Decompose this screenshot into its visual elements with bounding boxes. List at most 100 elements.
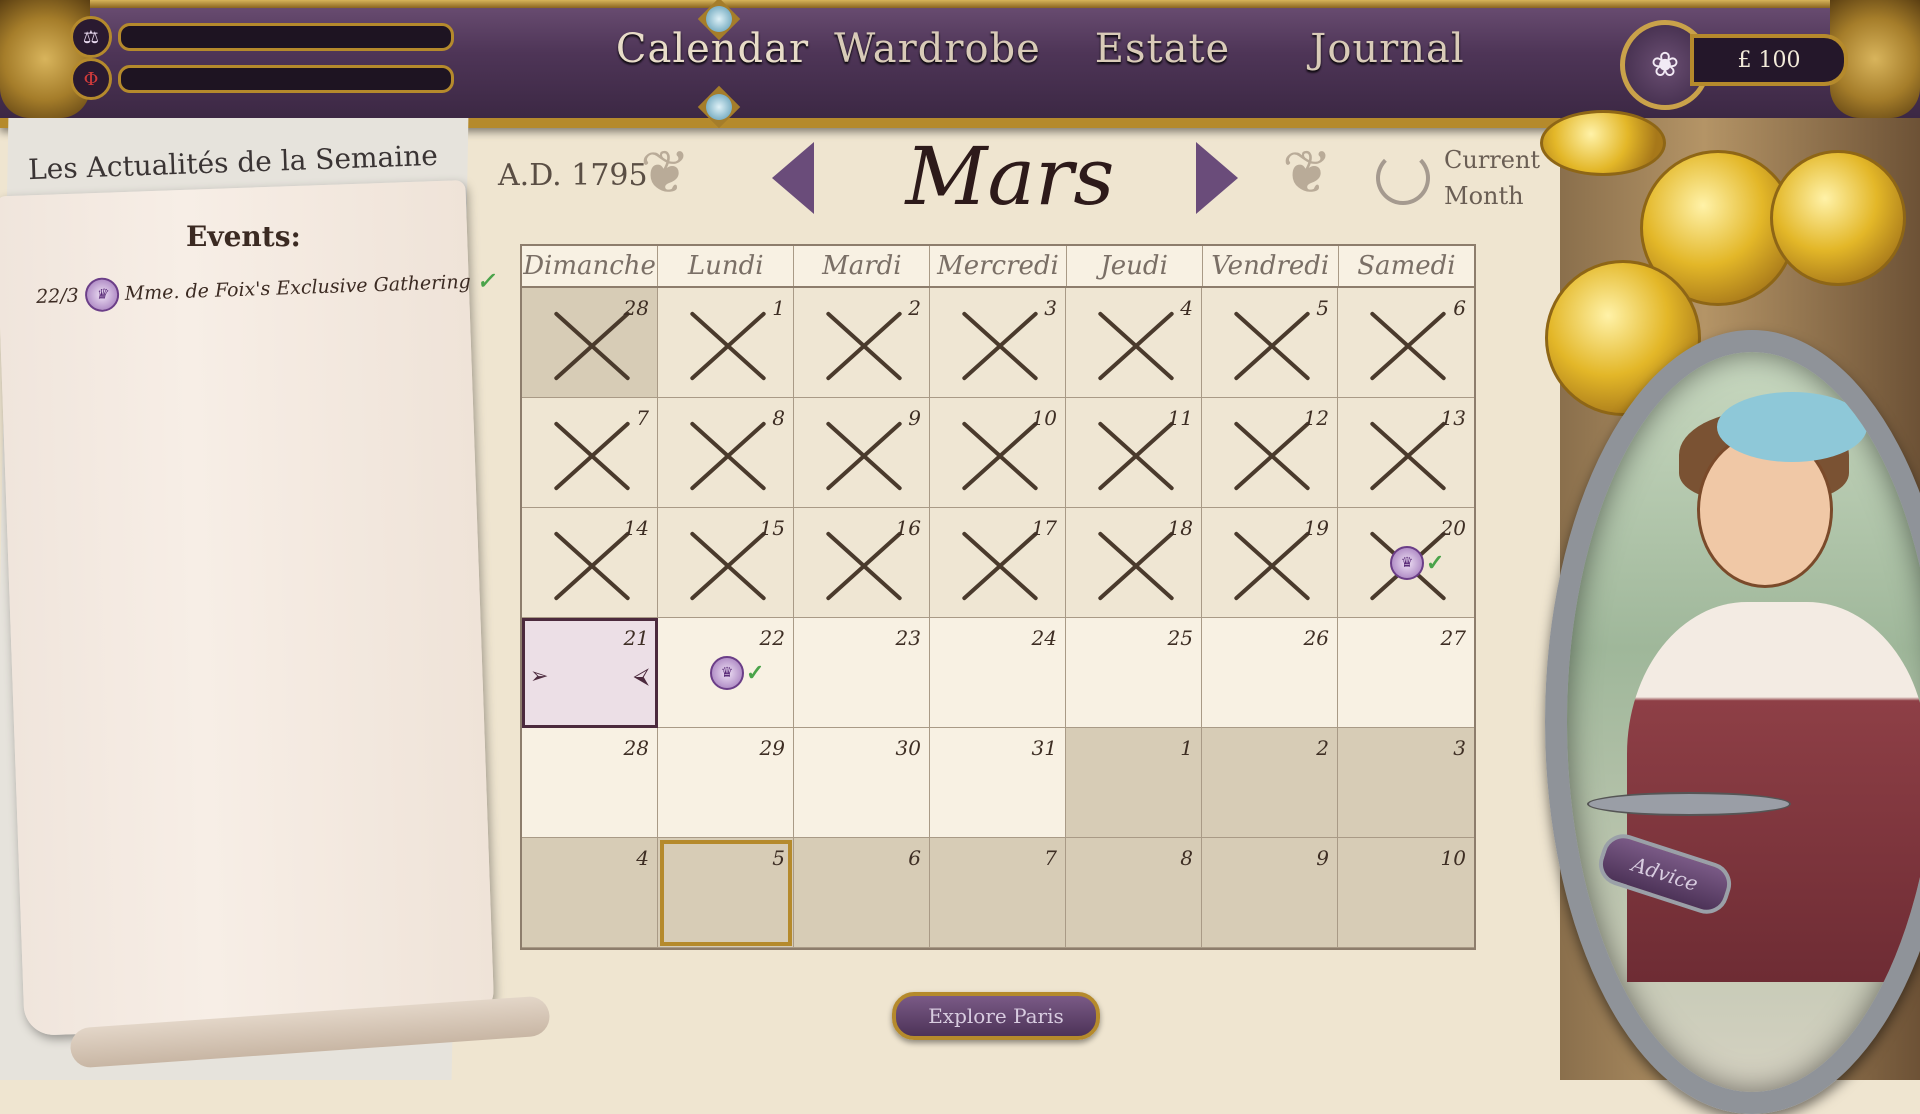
- day-number: 26: [1303, 626, 1329, 650]
- calendar-day-cell[interactable]: ♛ ✓ 22: [658, 618, 794, 728]
- calendar-day-cell[interactable]: 26: [1202, 618, 1338, 728]
- calendar-day-cell[interactable]: 12: [1202, 398, 1338, 508]
- money-display: £ 100: [1690, 34, 1848, 86]
- calendar-day-cell[interactable]: 8: [658, 398, 794, 508]
- calendar-day-cell[interactable]: 25: [1066, 618, 1202, 728]
- nav-jewel-icon: [697, 85, 741, 129]
- calendar-day-cell[interactable]: 8: [1066, 838, 1202, 948]
- day-number: 3: [1044, 296, 1057, 320]
- calendar-day-cell[interactable]: 28: [522, 288, 658, 398]
- calendar-day-cell[interactable]: 17: [930, 508, 1066, 618]
- calendar-day-cell[interactable]: 16: [794, 508, 930, 618]
- calendar-day-cell[interactable]: 10: [1338, 838, 1474, 948]
- day-number: 4: [636, 846, 649, 870]
- scales-icon[interactable]: ⚖: [70, 16, 112, 58]
- event-date: 22/3: [35, 284, 80, 309]
- calendar-day-cell[interactable]: 5: [1202, 288, 1338, 398]
- day-number: 1: [1180, 736, 1193, 760]
- day-number: 1: [772, 296, 785, 320]
- day-number: 9: [908, 406, 921, 430]
- crossed-out-mark: [546, 526, 636, 606]
- day-number: 14: [623, 516, 649, 540]
- calendar-day-cell[interactable]: 11: [1066, 398, 1202, 508]
- day-number: 7: [1044, 846, 1057, 870]
- calendar-day-cell[interactable]: 9: [1202, 838, 1338, 948]
- calendar-day-cell[interactable]: 4: [522, 838, 658, 948]
- crossed-out-mark: [1362, 306, 1452, 386]
- explore-paris-button[interactable]: Explore Paris: [892, 992, 1100, 1040]
- coin-icon: [1770, 150, 1906, 286]
- weekday-label: Samedi: [1357, 251, 1456, 281]
- calendar-day-cell[interactable]: 23: [794, 618, 930, 728]
- day-number: 17: [1031, 516, 1057, 540]
- main-nav: Calendar Wardrobe Estate Journal: [600, 26, 1500, 72]
- day-number: 3: [1453, 736, 1466, 760]
- calendar-day-cell[interactable]: 18: [1066, 508, 1202, 618]
- calendar-day-cell[interactable]: 10: [930, 398, 1066, 508]
- coin-icon: [1540, 110, 1666, 176]
- stat-bar-1: [118, 23, 454, 51]
- day-number: 29: [759, 736, 785, 760]
- calendar-day-cell[interactable]: 4: [1066, 288, 1202, 398]
- crossed-out-mark: [954, 306, 1044, 386]
- calendar-day-cell[interactable]: 2: [794, 288, 930, 398]
- calendar-day-cell[interactable]: 2: [1202, 728, 1338, 838]
- calendar-day-cell[interactable]: 27: [1338, 618, 1474, 728]
- day-number: 16: [895, 516, 921, 540]
- day-number: 18: [1167, 516, 1193, 540]
- calendar-day-cell[interactable]: 19: [1202, 508, 1338, 618]
- crossed-out-mark: [682, 416, 772, 496]
- prev-month-button[interactable]: [772, 142, 814, 214]
- calendar-day-cell[interactable]: 6: [1338, 288, 1474, 398]
- calendar-day-cell[interactable]: ➢ ⮘ 21: [522, 618, 658, 728]
- calendar-day-cell[interactable]: 7: [930, 838, 1066, 948]
- calendar-day-cell[interactable]: ♛ ✓ 20: [1338, 508, 1474, 618]
- calendar-day-cell[interactable]: 9: [794, 398, 930, 508]
- event-marker[interactable]: ♛ ✓: [1390, 546, 1444, 580]
- calendar-day-cell[interactable]: 13: [1338, 398, 1474, 508]
- current-month-button[interactable]: Current Month: [1376, 142, 1540, 214]
- check-icon: ✓: [1426, 550, 1445, 576]
- day-number: 28: [623, 296, 649, 320]
- phi-icon[interactable]: Φ: [70, 58, 112, 100]
- calendar-day-cell[interactable]: 28: [522, 728, 658, 838]
- calendar-day-cell[interactable]: 6: [794, 838, 930, 948]
- day-number: 15: [759, 516, 785, 540]
- weekday-header: Dimanche Lundi Mardi Mercredi Jeudi Vend…: [522, 246, 1474, 288]
- crossed-out-mark: [818, 306, 908, 386]
- crossed-out-mark: [1226, 416, 1316, 496]
- calendar-day-cell[interactable]: 24: [930, 618, 1066, 728]
- crossed-out-mark: [1090, 416, 1180, 496]
- event-name: Mme. de Foix's Exclusive Gathering: [124, 270, 472, 305]
- calendar-day-cell[interactable]: 30: [794, 728, 930, 838]
- calendar-day-cell[interactable]: 3: [930, 288, 1066, 398]
- nav-estate[interactable]: Estate: [1050, 26, 1275, 72]
- day-number: 27: [1440, 626, 1466, 650]
- calendar-day-cell[interactable]: 29: [658, 728, 794, 838]
- day-number: 19: [1303, 516, 1329, 540]
- crown-icon: ♛: [1390, 546, 1424, 580]
- day-number: 12: [1303, 406, 1329, 430]
- calendar-day-cell[interactable]: 1: [658, 288, 794, 398]
- calendar-day-cell[interactable]: 3: [1338, 728, 1474, 838]
- calendar-day-cell[interactable]: 1: [1066, 728, 1202, 838]
- weekday-label: Mercredi: [930, 246, 1067, 286]
- events-title: Events:: [186, 220, 301, 253]
- left-corner-ornament: [0, 0, 90, 118]
- calendar-day-cell[interactable]: 5: [658, 838, 794, 948]
- nav-wardrobe[interactable]: Wardrobe: [825, 26, 1050, 72]
- event-marker[interactable]: ♛ ✓: [710, 656, 764, 690]
- calendar-day-cell[interactable]: 7: [522, 398, 658, 508]
- day-number: 4: [1180, 296, 1193, 320]
- nav-journal[interactable]: Journal: [1275, 26, 1500, 72]
- calendar-day-cell[interactable]: 31: [930, 728, 1066, 838]
- crown-icon: ♛: [84, 277, 120, 313]
- day-number: 13: [1440, 406, 1466, 430]
- crossed-out-mark: [546, 416, 636, 496]
- day-number: 8: [772, 406, 785, 430]
- calendar-day-cell[interactable]: 14: [522, 508, 658, 618]
- calendar-day-cell[interactable]: 15: [658, 508, 794, 618]
- crossed-out-mark: [1362, 416, 1452, 496]
- crossed-out-mark: [818, 416, 908, 496]
- next-month-button[interactable]: [1196, 142, 1238, 214]
